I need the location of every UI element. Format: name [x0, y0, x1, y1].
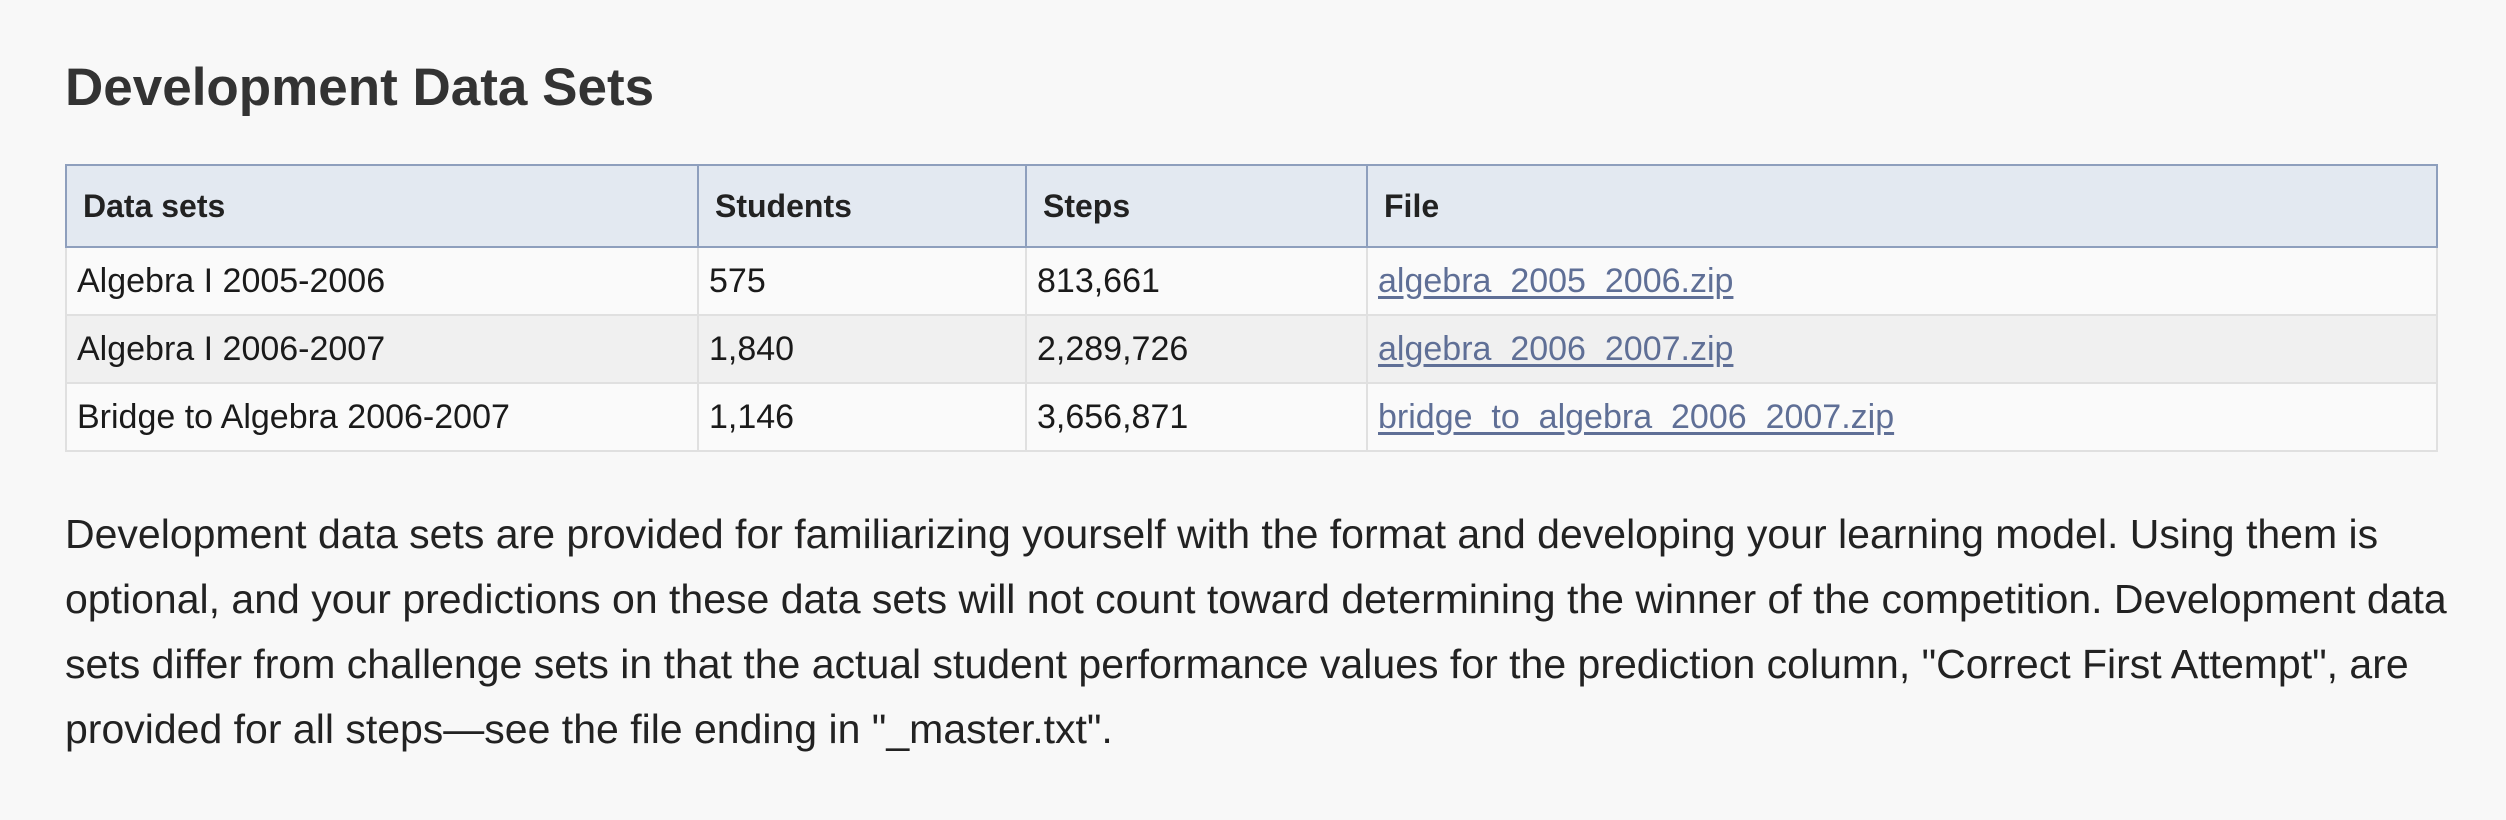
dataset-name-cell: Algebra I 2005-2006 [65, 246, 699, 316]
datasets-table: Data sets Students Steps File Algebra I … [65, 164, 2438, 452]
file-link-bridge-to-algebra-2006-2007[interactable]: bridge_to_algebra_2006_2007.zip [1378, 398, 1894, 436]
file-link-algebra-2006-2007[interactable]: algebra_2006_2007.zip [1378, 330, 1733, 368]
page: Development Data Sets Data sets Students… [0, 0, 2506, 820]
column-header-students: Students [697, 164, 1027, 248]
column-header-steps: Steps [1025, 164, 1368, 248]
table-header-row: Data sets Students Steps File [65, 164, 2438, 248]
file-link-algebra-2005-2006[interactable]: algebra_2005_2006.zip [1378, 262, 1733, 300]
page-title: Development Data Sets [65, 58, 655, 117]
table-row: Algebra I 2006-2007 1,840 2,289,726 alge… [65, 314, 2438, 384]
table-row: Algebra I 2005-2006 575 813,661 algebra_… [65, 246, 2438, 316]
students-cell: 575 [697, 246, 1027, 316]
students-cell: 1,840 [697, 314, 1027, 384]
dataset-name-cell: Algebra I 2006-2007 [65, 314, 699, 384]
steps-cell: 2,289,726 [1025, 314, 1368, 384]
table-row: Bridge to Algebra 2006-2007 1,146 3,656,… [65, 382, 2438, 452]
file-cell: bridge_to_algebra_2006_2007.zip [1366, 382, 2438, 452]
steps-cell: 813,661 [1025, 246, 1368, 316]
column-header-file: File [1366, 164, 2438, 248]
file-cell: algebra_2005_2006.zip [1366, 246, 2438, 316]
column-header-data-sets: Data sets [65, 164, 699, 248]
dataset-name-cell: Bridge to Algebra 2006-2007 [65, 382, 699, 452]
file-cell: algebra_2006_2007.zip [1366, 314, 2438, 384]
steps-cell: 3,656,871 [1025, 382, 1368, 452]
students-cell: 1,146 [697, 382, 1027, 452]
description-paragraph: Development data sets are provided for f… [65, 511, 2447, 752]
